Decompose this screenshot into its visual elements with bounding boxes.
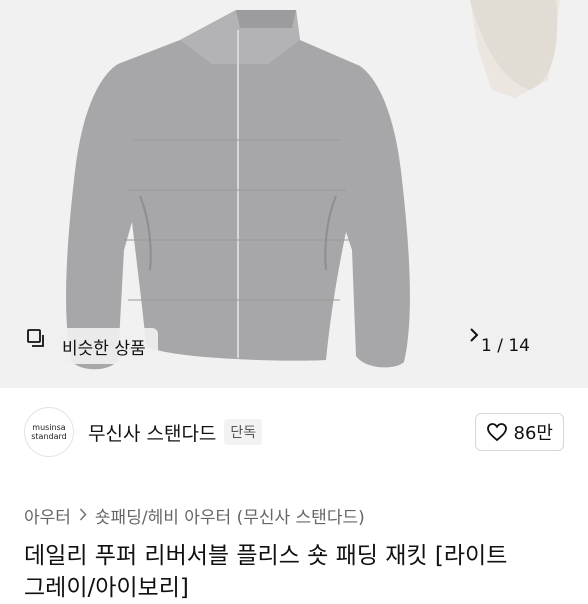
breadcrumb-subcategory[interactable]: 숏패딩/헤비 아우터 (무신사 스탠다드) bbox=[95, 503, 365, 528]
like-count: 86만 bbox=[513, 423, 553, 444]
product-image-gallery[interactable]: 비슷한 상품 1 / 14 bbox=[0, 0, 588, 388]
similar-products-button[interactable]: 비슷한 상품 bbox=[26, 328, 158, 364]
similar-items-icon bbox=[27, 329, 56, 356]
chevron-right-icon bbox=[79, 506, 87, 526]
brand-row: musinsa standard 무신사 스탠다드 단독 86만 bbox=[24, 406, 564, 458]
similar-products-label: 비슷한 상품 bbox=[62, 338, 146, 359]
heart-icon bbox=[486, 423, 507, 442]
chevron-right-icon[interactable] bbox=[470, 328, 550, 353]
brand-like-button[interactable]: 86만 bbox=[474, 413, 564, 451]
brand-logo[interactable]: musinsa standard bbox=[24, 407, 74, 457]
image-counter[interactable]: 1 / 14 bbox=[469, 328, 560, 364]
product-title: 데일리 푸퍼 리버서블 플리스 숏 패딩 재킷 [라이트 그레이/아이보리] bbox=[24, 540, 572, 604]
brand-logo-line2: standard bbox=[31, 432, 67, 441]
product-title-line1: 데일리 푸퍼 리버서블 플리스 숏 패딩 재킷 [라이트 bbox=[24, 543, 508, 569]
brand-name-link[interactable]: 무신사 스탠다드 bbox=[88, 419, 216, 446]
exclusive-badge: 단독 bbox=[224, 419, 263, 445]
breadcrumb-category[interactable]: 아우터 bbox=[24, 503, 71, 528]
image-counter-text: 1 / 14 bbox=[481, 336, 530, 356]
brand-logo-line1: musinsa bbox=[32, 423, 66, 432]
breadcrumb: 아우터 숏패딩/헤비 아우터 (무신사 스탠다드) bbox=[24, 503, 365, 528]
product-title-line2: 그레이/아이보리] bbox=[24, 575, 189, 601]
